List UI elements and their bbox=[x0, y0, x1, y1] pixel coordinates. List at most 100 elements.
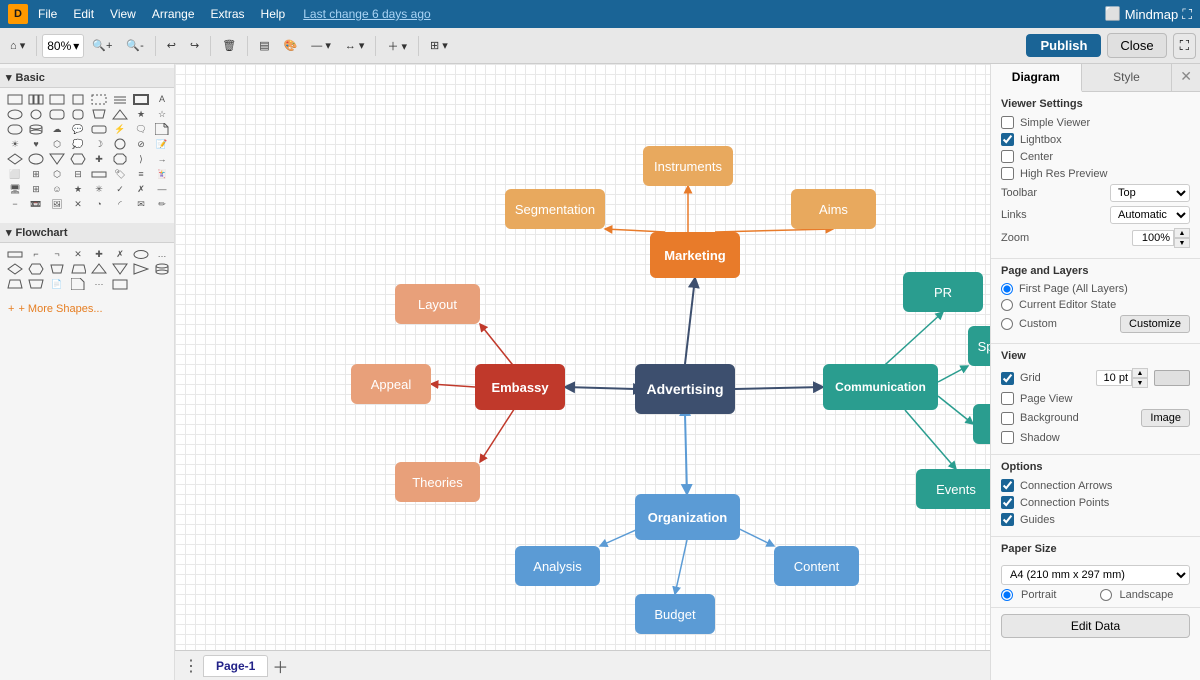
simple-viewer-checkbox[interactable] bbox=[1001, 116, 1014, 129]
basic-section-header[interactable]: ▾ Basic bbox=[0, 68, 174, 88]
node-marketing[interactable]: Marketing bbox=[650, 232, 740, 278]
panel-close-button[interactable]: ✕ bbox=[1172, 64, 1200, 91]
shape-label[interactable]: 🏷 bbox=[111, 167, 129, 181]
insert-button[interactable]: ＋ ▾ bbox=[381, 33, 413, 59]
undo-button[interactable]: ↩ bbox=[161, 33, 182, 59]
fc-doc2[interactable] bbox=[69, 277, 87, 291]
node-pr[interactable]: PR bbox=[903, 272, 983, 312]
grid-decrement-button[interactable]: ▼ bbox=[1132, 378, 1148, 388]
shape-doc[interactable] bbox=[153, 122, 171, 136]
canvas-area[interactable]: Advertising Marketing Organization Commu… bbox=[175, 64, 990, 680]
menu-edit[interactable]: Edit bbox=[67, 5, 100, 23]
shape-lightning[interactable]: ⚡ bbox=[111, 122, 129, 136]
node-events[interactable]: Events bbox=[916, 469, 990, 509]
node-media[interactable]: Media bbox=[973, 404, 990, 444]
shape-rounded-rect[interactable] bbox=[48, 107, 66, 121]
shape-rect6[interactable] bbox=[90, 167, 108, 181]
waypoint-button[interactable]: ↔ ▾ bbox=[339, 33, 371, 59]
connection-points-checkbox[interactable] bbox=[1001, 496, 1014, 509]
customize-button[interactable]: Customize bbox=[1120, 315, 1190, 333]
menu-extras[interactable]: Extras bbox=[205, 5, 251, 23]
first-page-radio[interactable] bbox=[1001, 283, 1013, 295]
shape-parallelogram[interactable] bbox=[90, 107, 108, 121]
shape-table[interactable]: ⊟ bbox=[69, 167, 87, 181]
shape-ellipse[interactable] bbox=[6, 107, 24, 121]
shape-lines[interactable] bbox=[111, 92, 129, 106]
shape-heart[interactable]: ♥ bbox=[27, 137, 45, 151]
page-view-checkbox[interactable] bbox=[1001, 392, 1014, 405]
shape-star[interactable]: ★ bbox=[132, 107, 150, 121]
menu-file[interactable]: File bbox=[32, 5, 63, 23]
zoom-stepper-input[interactable] bbox=[1132, 230, 1174, 246]
shape-text[interactable]: A bbox=[153, 92, 171, 106]
zoom-increment-button[interactable]: ▲ bbox=[1174, 228, 1190, 238]
high-res-checkbox[interactable] bbox=[1001, 167, 1014, 180]
shape-sun[interactable]: ☀ bbox=[6, 137, 24, 151]
shape-rect-rounded[interactable] bbox=[90, 122, 108, 136]
menu-view[interactable]: View bbox=[104, 5, 142, 23]
shape-star3[interactable]: ★ bbox=[69, 182, 87, 196]
shape-x[interactable]: ✗ bbox=[132, 182, 150, 196]
shape-note[interactable]: 📝 bbox=[153, 137, 171, 151]
fc-bracket-r[interactable]: ¬ bbox=[48, 247, 66, 261]
shape-ellipse2[interactable] bbox=[27, 107, 45, 121]
shape-list[interactable]: ≡ bbox=[132, 167, 150, 181]
shape-chevron[interactable]: ⟩ bbox=[132, 152, 150, 166]
shape-win[interactable]: ⊞ bbox=[27, 182, 45, 196]
fc-trapezoid[interactable] bbox=[6, 277, 24, 291]
fc-cyl[interactable] bbox=[153, 262, 171, 276]
shape-group[interactable]: ⊞ bbox=[27, 167, 45, 181]
home-button[interactable]: ⌂ ▾ bbox=[4, 33, 31, 59]
shape-swim[interactable]: ⬡ bbox=[48, 167, 66, 181]
grid-color-box[interactable] bbox=[1154, 370, 1190, 386]
shape-diamond[interactable] bbox=[6, 152, 24, 166]
node-segmentation[interactable]: Segmentation bbox=[505, 189, 605, 229]
fc-tri4[interactable] bbox=[111, 262, 129, 276]
last-change-link[interactable]: Last change 6 days ago bbox=[303, 7, 430, 21]
shape-mail[interactable]: ✉ bbox=[132, 197, 150, 211]
shape-minus[interactable]: − bbox=[6, 197, 24, 211]
flowchart-section-header[interactable]: ▾ Flowchart bbox=[0, 223, 174, 243]
shape-smile[interactable]: ☺ bbox=[48, 182, 66, 196]
fc-hex[interactable] bbox=[27, 262, 45, 276]
redo-button[interactable]: ↪ bbox=[184, 33, 205, 59]
page-tab[interactable]: Page-1 bbox=[203, 655, 268, 677]
background-checkbox[interactable] bbox=[1001, 412, 1014, 425]
zoom-decrement-button[interactable]: ▼ bbox=[1174, 238, 1190, 248]
grid-checkbox[interactable] bbox=[1001, 372, 1014, 385]
grid-increment-button[interactable]: ▲ bbox=[1132, 368, 1148, 378]
edit-data-button[interactable]: Edit Data bbox=[1001, 614, 1190, 638]
node-budget[interactable]: Budget bbox=[635, 594, 715, 634]
custom-radio[interactable] bbox=[1001, 318, 1013, 330]
shape-tri2[interactable] bbox=[48, 152, 66, 166]
shape-img[interactable]: 🖼 bbox=[48, 197, 66, 211]
shape-frame[interactable]: ⬜ bbox=[6, 167, 24, 181]
current-editor-radio[interactable] bbox=[1001, 299, 1013, 311]
fc-paper[interactable]: 📄 bbox=[48, 277, 66, 291]
shape-rect[interactable] bbox=[6, 92, 24, 106]
fc-oval2[interactable] bbox=[132, 247, 150, 261]
shape-check[interactable]: ✓ bbox=[111, 182, 129, 196]
fc-trapezoid2[interactable] bbox=[27, 277, 45, 291]
shape-circle2[interactable] bbox=[111, 137, 129, 151]
shape-rect5[interactable] bbox=[132, 92, 150, 106]
node-layout[interactable]: Layout bbox=[395, 284, 480, 324]
node-embassy[interactable]: Embassy bbox=[475, 364, 565, 410]
shape-pie[interactable]: ◔ bbox=[90, 197, 108, 211]
shape-ban[interactable]: ⊘ bbox=[132, 137, 150, 151]
fc-tri3[interactable] bbox=[90, 262, 108, 276]
zoom-in-button[interactable]: 🔍+ bbox=[86, 33, 118, 59]
fc-para2[interactable] bbox=[69, 262, 87, 276]
shape-oval[interactable] bbox=[27, 152, 45, 166]
shape-tape[interactable]: 📼 bbox=[27, 197, 45, 211]
fullscreen-icon[interactable]: ⛶ bbox=[1182, 6, 1192, 23]
shape-card[interactable]: 🃏 bbox=[153, 167, 171, 181]
shape-dash[interactable]: — bbox=[153, 182, 171, 196]
shape-comment[interactable]: 💬 bbox=[69, 122, 87, 136]
shape-columns[interactable] bbox=[27, 92, 45, 106]
fc-dots[interactable]: ··· bbox=[90, 277, 108, 291]
grid-size-input[interactable] bbox=[1096, 370, 1132, 386]
node-appeal[interactable]: Appeal bbox=[351, 364, 431, 404]
fc-rtri[interactable] bbox=[132, 262, 150, 276]
paper-size-select[interactable]: A4 (210 mm x 297 mm) Letter A3 bbox=[1001, 565, 1190, 585]
